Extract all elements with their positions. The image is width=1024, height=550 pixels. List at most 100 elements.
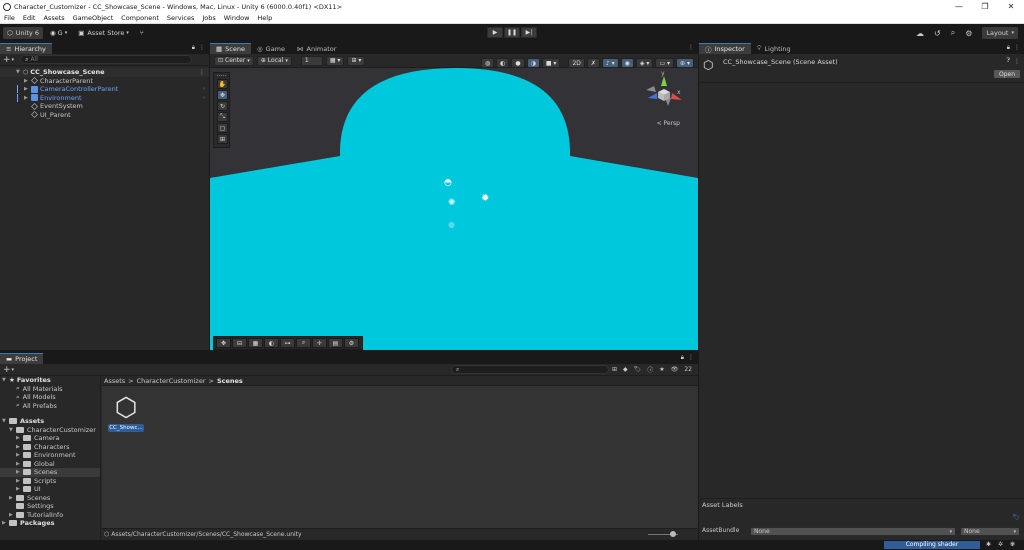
rotate-tool[interactable]: ↻: [217, 101, 228, 111]
play-button[interactable]: ▶: [487, 27, 503, 38]
unlit-toggle[interactable]: ●: [511, 58, 525, 68]
hierarchy-item[interactable]: EventSystem: [0, 102, 209, 111]
lit-toggle[interactable]: ◑: [526, 58, 540, 68]
star-icon[interactable]: ★: [659, 366, 664, 373]
collapse-arrow-icon[interactable]: ▶: [9, 495, 16, 501]
menu-file[interactable]: File: [0, 14, 19, 22]
menu-help[interactable]: Help: [253, 14, 276, 22]
chevron-right-icon[interactable]: ›: [203, 86, 205, 92]
collapse-arrow-icon[interactable]: ▶: [2, 520, 9, 526]
expand-arrow-icon[interactable]: ▼: [9, 427, 16, 433]
packages-root[interactable]: ▶ Packages: [0, 519, 100, 528]
overlay-tool-1[interactable]: ✥: [216, 338, 231, 348]
camera-dropdown[interactable]: ▭ ▾: [655, 58, 675, 68]
chevron-down-icon[interactable]: ▾: [12, 367, 15, 373]
overlay-tool-7[interactable]: ✛: [312, 338, 327, 348]
filter-icon[interactable]: ⊞: [612, 366, 617, 373]
collapse-arrow-icon[interactable]: ▶: [16, 478, 23, 484]
label-tag-icon[interactable]: 🏷︎: [1012, 514, 1020, 521]
type-filter-icon[interactable]: ◆: [623, 366, 628, 373]
overlay-tool-8[interactable]: ▤: [328, 338, 343, 348]
expand-arrow-icon[interactable]: ▼: [16, 69, 23, 75]
audio-toggle[interactable]: ♪ ▾: [601, 58, 619, 68]
layout-dropdown[interactable]: Layout ▾: [982, 27, 1018, 39]
collapse-arrow-icon[interactable]: ▶: [16, 461, 23, 467]
light-gizmo-icon[interactable]: ✺: [448, 198, 456, 208]
chevron-right-icon[interactable]: ›: [203, 95, 205, 101]
assets-root[interactable]: ▼ Assets: [0, 417, 100, 426]
asset-variant-dropdown[interactable]: None ▾: [960, 527, 1020, 536]
chevron-down-icon[interactable]: ▾: [12, 57, 15, 63]
space-dropdown[interactable]: ⊕ Local ▾: [256, 55, 292, 66]
hidden-packages-icon[interactable]: 👁︎: [671, 366, 679, 373]
asset-tile[interactable]: ⬡ CC_Showc...: [108, 394, 144, 432]
add-icon[interactable]: +: [3, 365, 11, 375]
tab-animator[interactable]: ⋈ Animator: [291, 43, 342, 54]
cloud-icon[interactable]: ☁: [916, 29, 924, 38]
grid-size-field[interactable]: 1: [300, 55, 323, 66]
render-mode-dropdown[interactable]: ■ ▾: [541, 58, 561, 68]
lock-icon[interactable]: 🔒︎: [1007, 44, 1010, 52]
breadcrumb-charactercustomizer[interactable]: CharacterCustomizer: [137, 377, 206, 385]
asset-bundle-dropdown[interactable]: None ▾: [750, 527, 956, 536]
folder-item[interactable]: ▶ TutorialInfo: [0, 511, 100, 520]
help-icon[interactable]: ❓︎: [1006, 57, 1010, 65]
label-filter-icon[interactable]: 🏷︎: [634, 366, 642, 373]
scene-viewport[interactable]: ◓ ✺ ✹ ● ✋ ✥ ↻ ⤡ ▢ ⊞ y x < Persp ✥ ⊟ ▦ ◐ …: [210, 68, 698, 350]
version-control-button[interactable]: ⑂: [136, 27, 148, 39]
expand-arrow-icon[interactable]: ▼: [2, 418, 9, 424]
favorite-item[interactable]: ⌕ All Models: [0, 393, 100, 402]
scale-tool[interactable]: ⤡: [217, 112, 228, 122]
tab-game[interactable]: ◎ Game: [251, 43, 291, 54]
collapse-arrow-icon[interactable]: ▶: [16, 469, 23, 475]
orientation-gizmo[interactable]: y x: [644, 70, 684, 114]
hand-tool[interactable]: ✋: [217, 79, 228, 89]
open-button[interactable]: Open: [992, 69, 1021, 79]
effects-dropdown[interactable]: ◈ ▾: [635, 58, 654, 68]
overlay-tool-6[interactable]: ⌕: [296, 338, 311, 348]
lock-icon[interactable]: 🔒︎: [681, 354, 684, 362]
collapse-arrow-icon[interactable]: ▶: [16, 435, 23, 441]
collapse-arrow-icon[interactable]: ▶: [24, 95, 31, 101]
tab-scene[interactable]: ▦ Scene: [210, 43, 251, 54]
shaded-toggle[interactable]: ◐: [496, 58, 510, 68]
hierarchy-search-input[interactable]: ⌕ All: [20, 55, 193, 64]
settings-icon[interactable]: ⚙: [965, 29, 972, 38]
reflection-probe-icon[interactable]: ●: [448, 220, 455, 229]
close-button[interactable]: ✕: [998, 0, 1024, 13]
asset-store-button[interactable]: ▣ Asset Store ▾: [74, 27, 133, 39]
breadcrumb-scenes[interactable]: Scenes: [217, 377, 243, 385]
folder-item[interactable]: ▶ Environment: [0, 451, 100, 460]
collapse-arrow-icon[interactable]: ▶: [9, 512, 16, 518]
kebab-icon[interactable]: ⋮: [1014, 58, 1020, 65]
unity-version-button[interactable]: ⬡ Unity 6: [3, 27, 43, 39]
lock-icon[interactable]: 🔒︎: [192, 44, 195, 52]
search-icon[interactable]: ⌕: [951, 28, 955, 38]
panel-menu-icon[interactable]: ⋮: [688, 354, 694, 361]
info-icon[interactable]: ⓘ: [647, 365, 653, 374]
panel-menu-icon[interactable]: ⋮: [1014, 44, 1020, 51]
menu-component[interactable]: Component: [117, 14, 163, 22]
zoom-slider-handle[interactable]: [670, 531, 676, 537]
folder-item[interactable]: ▶ Scripts: [0, 477, 100, 486]
tab-hierarchy[interactable]: ≡ Hierarchy: [0, 43, 52, 54]
overlay-tool-9[interactable]: ⚙: [344, 338, 359, 348]
overlay-tool-2[interactable]: ⊟: [232, 338, 247, 348]
hierarchy-item[interactable]: ▶ CharacterParent: [0, 77, 209, 86]
collapse-arrow-icon[interactable]: ▶: [16, 452, 23, 458]
expand-arrow-icon[interactable]: ▼: [2, 377, 9, 383]
menu-services[interactable]: Services: [163, 14, 198, 22]
bug-icon[interactable]: ✲: [998, 541, 1003, 548]
folder-item[interactable]: ▶ Camera: [0, 434, 100, 443]
collapse-arrow-icon[interactable]: ▶: [16, 444, 23, 450]
minimize-button[interactable]: —: [946, 0, 972, 13]
hierarchy-item[interactable]: ▶ CameraControllerParent ›: [0, 85, 209, 94]
maximize-button[interactable]: ❐: [972, 0, 998, 13]
sun-gizmo-icon[interactable]: ✹: [481, 193, 489, 204]
fan-icon[interactable]: ✾: [1010, 541, 1015, 548]
tab-inspector[interactable]: ⓘ Inspector: [699, 43, 751, 54]
move-tool[interactable]: ✥: [217, 90, 228, 100]
tab-project[interactable]: ▬ Project: [0, 353, 44, 364]
menu-window[interactable]: Window: [220, 14, 254, 22]
history-icon[interactable]: ↺: [934, 29, 941, 38]
